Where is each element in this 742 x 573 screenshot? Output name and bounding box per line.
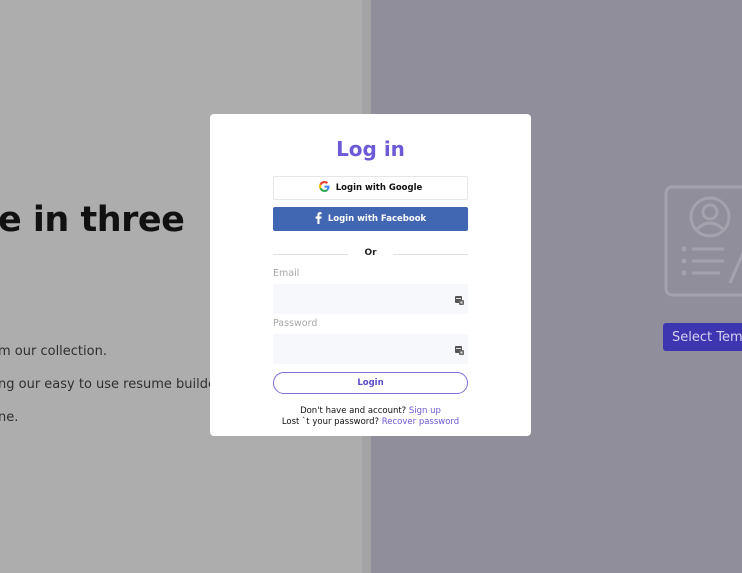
login-button[interactable]: Login xyxy=(273,372,468,394)
login-modal: Log in Login with Google Login with Face… xyxy=(210,114,531,436)
google-icon xyxy=(318,181,330,195)
modal-title: Log in xyxy=(336,137,405,161)
login-with-google-button[interactable]: Login with Google xyxy=(273,176,468,200)
hero-title: e in three xyxy=(0,200,185,240)
password-manager-icon[interactable] xyxy=(454,343,465,361)
hero-line: ng our easy to use resume builder . xyxy=(0,377,230,392)
password-manager-icon[interactable] xyxy=(454,293,465,311)
divider-line xyxy=(393,254,468,255)
or-label: Or xyxy=(364,248,377,258)
hero-line: m our collection. xyxy=(0,344,107,359)
recover-row: Lost `t your password? Recover password xyxy=(210,417,531,427)
google-button-label: Login with Google xyxy=(335,183,423,193)
password-field[interactable] xyxy=(273,334,468,364)
hero-line: ne. xyxy=(0,410,19,425)
signup-row: Don't have and account? Sign up xyxy=(210,406,531,416)
signup-link[interactable]: Sign up xyxy=(409,406,441,416)
email-input[interactable] xyxy=(273,284,459,314)
or-divider: Or xyxy=(273,248,468,260)
email-label: Email xyxy=(273,268,300,279)
select-template-button[interactable]: Select Temp xyxy=(663,323,742,351)
email-field[interactable] xyxy=(273,284,468,314)
facebook-button-label: Login with Facebook xyxy=(327,214,427,224)
recover-prompt: Lost `t your password? xyxy=(281,417,380,427)
facebook-icon xyxy=(315,211,322,227)
signup-prompt: Don't have and account? xyxy=(300,406,407,416)
resume-document-icon xyxy=(664,185,742,297)
password-input[interactable] xyxy=(273,334,459,364)
login-with-facebook-button[interactable]: Login with Facebook xyxy=(273,207,468,231)
password-label: Password xyxy=(273,318,318,329)
recover-password-link[interactable]: Recover password xyxy=(382,417,459,427)
resume-illustration xyxy=(664,185,742,305)
